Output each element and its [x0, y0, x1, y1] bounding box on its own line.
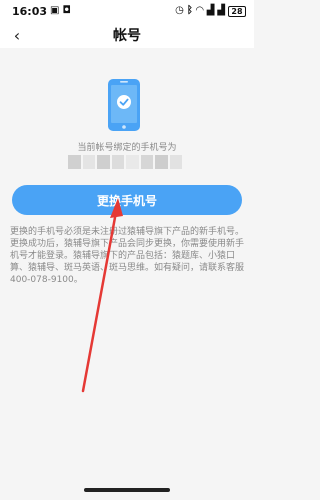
bound-phone-label: 当前帐号绑定的手机号为 — [77, 143, 177, 153]
phone-mask-block — [126, 155, 139, 169]
phone-verified-icon — [108, 79, 140, 131]
back-arrow-icon: ‹ — [13, 25, 21, 45]
status-left: 16:03 ▣ ◘ — [12, 5, 71, 18]
signal-icon: ▟ — [217, 5, 225, 16]
notification-icon: ▣ — [50, 5, 60, 16]
battery-icon: 28 — [228, 5, 246, 17]
wifi-icon: ◠ — [195, 5, 204, 16]
account-content: 当前帐号绑定的手机号为 更换手机号 更换的手机号必须是未注册过猿辅导旗下产品的新… — [0, 48, 254, 500]
status-right: ◷ ᛒ ◠ ▟ ▟ 28 — [175, 5, 246, 17]
battery-level: 28 — [231, 6, 243, 16]
phone-mask-block — [82, 155, 95, 169]
page-title: 帐号 — [113, 28, 141, 44]
phone-mask-block — [68, 155, 81, 169]
phone-mask-block — [169, 155, 182, 169]
change-phone-notice: 更换的手机号必须是未注册过猿辅导旗下产品的新手机号。更换成功后，猿辅导旗下产品会… — [10, 227, 245, 285]
phone-mask-block — [111, 155, 124, 169]
home-indicator[interactable] — [84, 488, 170, 492]
alarm-icon: ◷ — [175, 5, 184, 16]
change-phone-button[interactable]: 更换手机号 — [12, 185, 242, 215]
back-button[interactable]: ‹ — [8, 25, 26, 45]
nav-bar: ‹ 帐号 — [0, 22, 254, 48]
phone-mask-block — [97, 155, 110, 169]
status-time: 16:03 — [12, 4, 48, 18]
phone-mask-block — [155, 155, 168, 169]
status-bar: 16:03 ▣ ◘ ◷ ᛒ ◠ ▟ ▟ 28 — [0, 0, 254, 22]
bluetooth-icon: ᛒ — [186, 5, 193, 16]
chat-bubble-icon: ◘ — [62, 5, 71, 16]
masked-phone-number — [68, 155, 182, 169]
signal-icon: ▟ — [206, 5, 215, 16]
phone-mask-block — [140, 155, 153, 169]
